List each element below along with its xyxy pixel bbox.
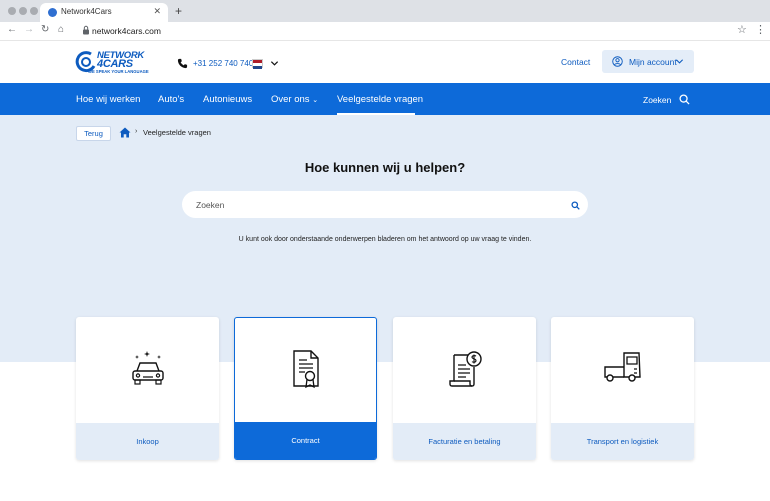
home-browser-icon[interactable]: ⌂ xyxy=(58,24,64,35)
search-icon[interactable] xyxy=(679,94,690,105)
faq-search-box xyxy=(182,191,588,218)
network4cars-logo[interactable]: NETWORK 4CARS WE SPEAK YOUR LANGUAGE xyxy=(75,50,165,76)
site-header: NETWORK 4CARS WE SPEAK YOUR LANGUAGE +31… xyxy=(0,41,770,83)
nav-item-autonieuws[interactable]: Autonieuws xyxy=(203,94,252,105)
browser-tabbar: Network4Cars ✕ + xyxy=(0,0,770,22)
browser-toolbar: ← → ↻ ⌂ network4cars.com ☆ ⋮ xyxy=(0,22,770,41)
category-card-inkoop[interactable]: Inkoop xyxy=(76,317,219,460)
chevron-down-icon[interactable] xyxy=(270,59,279,68)
tab-title: Network4Cars xyxy=(61,7,112,16)
new-tab-icon[interactable]: + xyxy=(175,4,182,18)
nav-search-label[interactable]: Zoeken xyxy=(643,95,671,105)
main-navigation: Hoe wij werken Auto's Autonieuws Over on… xyxy=(0,83,770,115)
phone-number[interactable]: +31 252 740 740 xyxy=(193,59,253,68)
user-icon xyxy=(612,56,623,67)
address-bar[interactable]: network4cars.com xyxy=(72,24,752,39)
bookmark-star-icon[interactable]: ☆ xyxy=(737,23,747,36)
my-account-label: Mijn account xyxy=(629,57,677,67)
breadcrumb-current: Veelgestelde vragen xyxy=(143,128,211,137)
breadcrumb-separator-icon: › xyxy=(135,128,138,135)
category-card-transport[interactable]: Transport en logistiek xyxy=(551,317,694,460)
window-minimize-dot[interactable] xyxy=(19,7,27,15)
favicon-icon xyxy=(48,8,57,17)
phone-icon xyxy=(177,58,188,69)
page-title: Hoe kunnen wij u helpen? xyxy=(304,160,466,175)
category-label: Facturatie en betaling xyxy=(393,423,536,460)
faq-search-input[interactable] xyxy=(196,195,556,214)
back-button[interactable]: Terug xyxy=(76,126,111,141)
nav-item-veelgestelde-vragen[interactable]: Veelgestelde vragen xyxy=(337,94,423,105)
category-card-facturatie[interactable]: Facturatie en betaling xyxy=(393,317,536,460)
category-label: Transport en logistiek xyxy=(551,423,694,460)
back-arrow-icon[interactable]: ← xyxy=(7,24,17,35)
logo-tagline: WE SPEAK YOUR LANGUAGE xyxy=(88,69,149,74)
category-label: Contract xyxy=(235,422,376,459)
chevron-down-icon: ⌄ xyxy=(312,97,319,104)
search-icon[interactable] xyxy=(571,201,580,210)
home-icon[interactable] xyxy=(119,127,131,138)
tab-close-icon[interactable]: ✕ xyxy=(153,6,161,17)
category-label: Inkoop xyxy=(76,423,219,460)
url-text: network4cars.com xyxy=(92,26,161,36)
certificate-document-icon xyxy=(292,350,319,389)
search-hint: U kunt ook door onderstaande onderwerpen… xyxy=(238,236,532,243)
netherlands-flag-icon[interactable] xyxy=(252,59,263,69)
my-account-button[interactable]: Mijn account xyxy=(602,50,694,73)
nav-item-over-ons-label: Over ons xyxy=(271,94,310,105)
nav-item-autos[interactable]: Auto's xyxy=(158,94,184,105)
forward-arrow-icon[interactable]: → xyxy=(24,24,34,35)
nav-item-hoe-wij-werken[interactable]: Hoe wij werken xyxy=(76,94,140,105)
browser-menu-icon[interactable]: ⋮ xyxy=(755,23,766,36)
invoice-dollar-icon xyxy=(448,351,482,387)
browser-tab[interactable]: Network4Cars ✕ xyxy=(40,3,168,22)
reload-icon[interactable]: ↻ xyxy=(41,24,49,35)
chevron-down-icon xyxy=(675,59,684,64)
category-card-contract[interactable]: Contract xyxy=(234,317,377,460)
lock-icon xyxy=(83,25,89,35)
car-sparkle-icon xyxy=(131,351,164,385)
window-zoom-dot[interactable] xyxy=(30,7,38,15)
truck-icon xyxy=(603,352,641,382)
window-close-dot[interactable] xyxy=(8,7,16,15)
contact-link[interactable]: Contact xyxy=(561,57,590,67)
nav-item-over-ons[interactable]: Over ons ⌄ xyxy=(271,94,318,105)
